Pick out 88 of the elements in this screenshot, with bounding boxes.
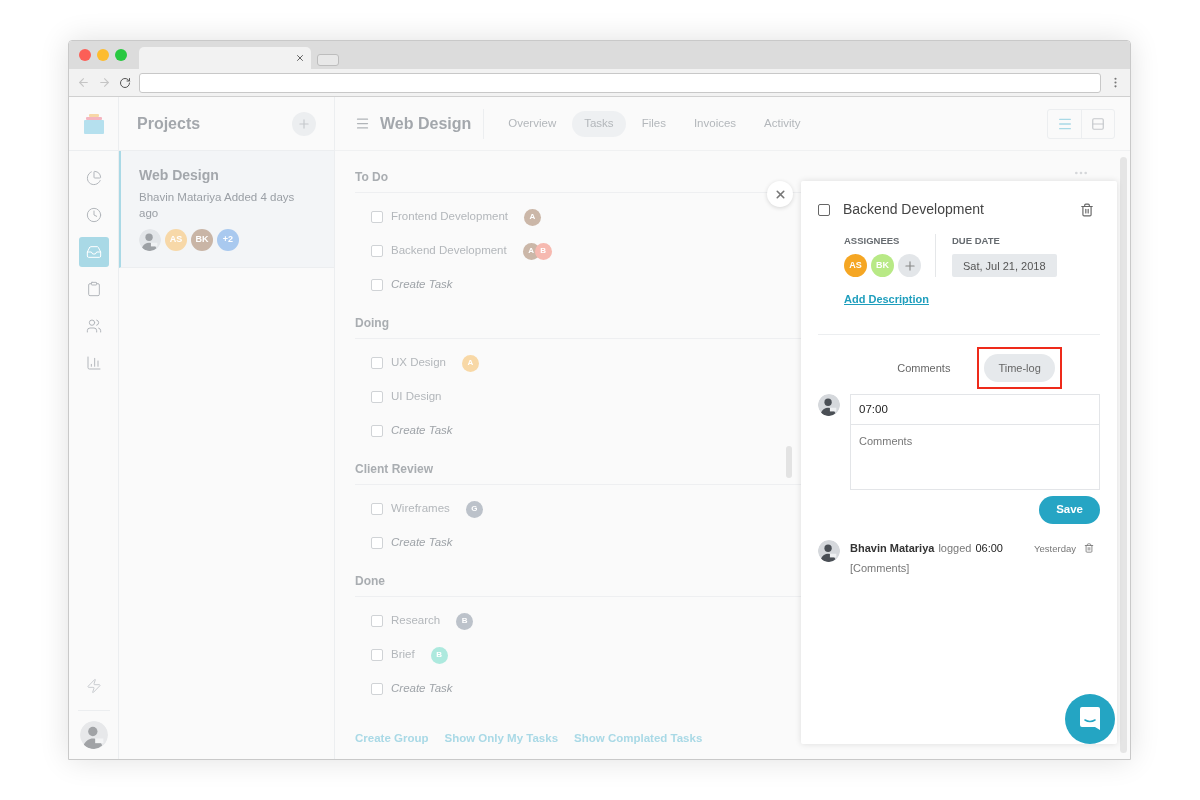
add-project-button[interactable] <box>292 111 316 136</box>
add-description-link[interactable]: Add Description <box>844 291 929 308</box>
avatar-initials: +2 <box>217 229 239 251</box>
reload-icon[interactable] <box>119 76 131 89</box>
pie-chart-icon <box>85 170 102 186</box>
task-name[interactable]: UI Design <box>391 388 442 406</box>
group-title: To Do <box>355 168 389 186</box>
log-time: 06:00 <box>975 540 1003 556</box>
plus-icon <box>902 258 917 273</box>
create-task-link[interactable]: Create Task <box>391 422 453 440</box>
forward-icon[interactable] <box>98 76 111 89</box>
add-assignee-button[interactable] <box>898 254 921 278</box>
task-name[interactable]: Wireframes <box>391 500 450 518</box>
comment-field[interactable]: Comments <box>850 424 1100 490</box>
close-icon[interactable] <box>295 53 305 63</box>
avatar-icon <box>818 393 840 416</box>
time-field[interactable]: 07:00 <box>850 393 1100 425</box>
clipboard-icon <box>85 281 102 297</box>
log-comment: [Comments] <box>850 561 911 577</box>
maximize-window-icon[interactable] <box>115 49 127 61</box>
minimize-window-icon[interactable] <box>97 49 109 61</box>
create-task-link[interactable]: Create Task <box>391 276 453 294</box>
avatar-initials: A <box>524 208 541 226</box>
task-checkbox[interactable] <box>818 203 830 216</box>
field-label: DUE DATE <box>952 234 1001 248</box>
task-name[interactable]: Frontend Development <box>391 208 508 226</box>
avatar-initials: A <box>461 354 479 372</box>
group-title: Doing <box>355 314 389 332</box>
split-view-icon <box>1091 116 1105 131</box>
avatar-initials: B <box>456 612 474 630</box>
avatar-icon <box>818 539 840 562</box>
group-title: Done <box>355 572 385 590</box>
nav-tab[interactable]: Files <box>629 110 678 137</box>
avatar-initials: AS <box>165 229 187 251</box>
create-task-link[interactable]: Create Task <box>391 680 453 698</box>
project-name: Web Design <box>139 166 220 185</box>
plus-icon <box>297 116 311 131</box>
clock-icon <box>85 207 102 223</box>
close-button[interactable] <box>767 181 793 207</box>
avatar-initials: B <box>430 646 448 664</box>
group-title: Client Review <box>355 460 434 478</box>
nav-item[interactable] <box>78 237 109 267</box>
logo-icon <box>82 112 105 135</box>
save-button[interactable]: Save <box>1039 495 1100 524</box>
log-action: logged <box>938 540 972 556</box>
nav-tab[interactable]: Activity <box>752 110 813 137</box>
avatar-initials: AS <box>844 254 867 278</box>
project-card[interactable]: Web Design Bhavin Matariya Added 4 days ago AS BK +2 <box>119 151 334 268</box>
close-window-icon[interactable] <box>79 49 91 61</box>
trash-icon[interactable] <box>1084 543 1094 553</box>
avatar-initials: BK <box>871 254 894 278</box>
menu-icon[interactable] <box>355 116 370 131</box>
inbox-icon <box>85 244 102 260</box>
log-user: Bhavin Matariya <box>850 540 935 556</box>
scrollbar[interactable] <box>1119 157 1127 753</box>
task-name[interactable]: Research <box>391 612 441 630</box>
footer-link[interactable]: Show Only My Tasks <box>444 729 559 747</box>
nav-tab[interactable]: Tasks <box>572 110 626 137</box>
task-name[interactable]: UX Design <box>391 354 446 372</box>
create-task-link[interactable]: Create Task <box>391 534 453 552</box>
avatar-initials: G <box>465 500 483 518</box>
trash-icon[interactable] <box>1080 202 1094 217</box>
task-title: Backend Development <box>843 200 984 219</box>
panel-title: Projects <box>137 113 201 134</box>
avatar-icon <box>139 229 161 251</box>
back-icon[interactable] <box>77 76 90 89</box>
task-name[interactable]: Brief <box>391 646 415 664</box>
field-label: ASSIGNEES <box>844 234 901 248</box>
log-date: Yesterday <box>1034 541 1076 556</box>
close-icon <box>773 187 787 201</box>
footer-link[interactable]: Show Complated Tasks <box>574 729 703 747</box>
new-tab-button[interactable] <box>317 54 339 66</box>
chat-icon <box>1078 706 1102 732</box>
nav-tab[interactable]: Overview <box>496 110 569 137</box>
project-title: Web Design <box>380 113 472 134</box>
bar-chart-icon <box>85 355 102 371</box>
detail-tab[interactable]: Comments <box>883 353 965 382</box>
nav-tab[interactable]: Invoices <box>681 110 749 137</box>
project-meta: Bhavin Matariya Added 4 days ago <box>139 190 296 221</box>
due-date-field[interactable]: Sat, Jul 21, 2018 <box>952 254 1057 278</box>
detail-tab[interactable]: Time-log <box>984 353 1055 382</box>
address-field[interactable] <box>139 72 1101 93</box>
footer-link[interactable]: Create Group <box>355 729 429 747</box>
lightning-icon[interactable] <box>85 678 102 694</box>
users-icon <box>85 318 102 334</box>
avatar-initials: BK <box>191 229 213 251</box>
task-name[interactable]: Backend Development <box>391 242 507 260</box>
avatar-icon <box>79 721 108 749</box>
